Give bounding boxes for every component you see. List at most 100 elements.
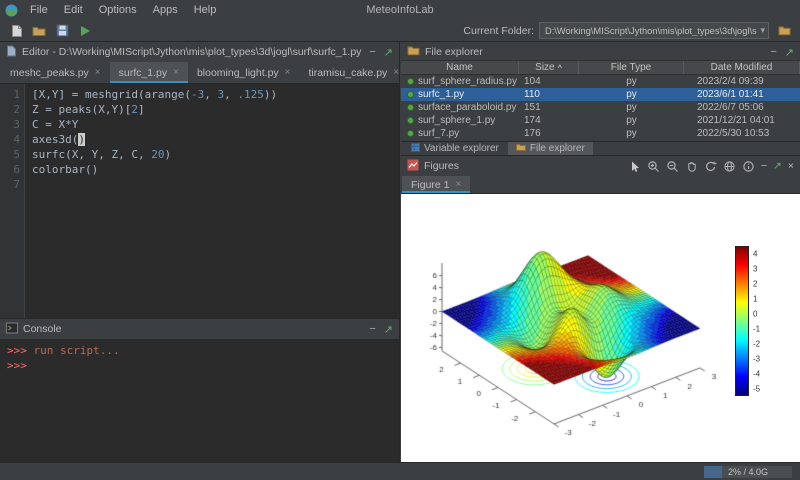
minimize-icon[interactable]: − [369,323,375,335]
browse-folder-button[interactable] [774,22,794,40]
file-row-surf_7.py[interactable]: surf_7.py176py2022/5/30 10:53 [401,127,800,140]
tab-label: Variable explorer [424,143,499,154]
menu-bar: MeteoInfoLab File Edit Options Apps Help [0,0,800,20]
column-header-Date Modified[interactable]: Date Modified [684,61,800,74]
colorbar-tick-label: 2 [753,279,757,288]
tab-close-icon[interactable]: × [173,67,179,78]
file-name-cell: surface_paraboloid.py [401,102,519,113]
figure-3d-surface-plot[interactable] [403,194,735,462]
close-icon[interactable]: × [788,160,794,172]
file-name: surfc_1.py [418,89,464,100]
colorbar [735,246,749,396]
file-row-surface_paraboloid.py[interactable]: surface_paraboloid.py151py2022/6/7 05:06 [401,101,800,114]
file-row-surf_sphere_radius.py[interactable]: surf_sphere_radius.py104py2023/2/4 09:39 [401,75,800,88]
column-header-File Type[interactable]: File Type [579,61,684,74]
tab-close-icon[interactable]: × [285,67,291,78]
memory-usage-fill [704,466,722,478]
code-line: axes3d() [32,132,399,147]
file-size-cell: 176 [519,128,579,139]
tab-close-icon[interactable]: × [456,179,462,190]
file-modified-cell: 2021/12/21 04:01 [684,115,800,126]
float-icon[interactable]: ↗ [785,46,794,59]
colorbar-tick-label: -1 [753,324,760,333]
column-header-Size[interactable]: Size^ [519,61,579,74]
python-file-icon [407,91,414,98]
console-icon [6,322,18,337]
console-panel-header: Console − ↗ [0,319,399,339]
explorer-bottom-tabs: Variable explorer File explorer [401,141,800,155]
file-name: surface_paraboloid.py [418,102,516,113]
status-bar: 2% / 4.0G [0,462,800,480]
code-token: , [204,88,217,101]
colorbar-tick-label: -4 [753,369,760,378]
tab-close-icon[interactable]: × [95,67,101,78]
menu-edit[interactable]: Edit [56,2,91,18]
minimize-icon[interactable]: − [369,46,375,58]
select-arrow-icon[interactable] [628,160,641,173]
memory-text: 2% / 4.0G [728,467,768,477]
zoom-out-icon[interactable] [666,160,679,173]
code-token: 2 [131,103,138,116]
figure-area: 43210-1-2-3-4-5 [401,194,800,462]
python-file-icon [407,78,414,85]
globe-icon[interactable] [723,160,736,173]
line-number: 5 [0,147,20,162]
file-explorer-header: File explorer − ↗ [401,42,800,62]
tab-label: tiramisu_cake.py [309,67,388,79]
code-line: C = X*Y [32,117,399,132]
python-file-icon [407,104,414,111]
info-icon[interactable] [742,160,755,173]
file-table: surf_sphere_radius.py104py2023/2/4 09:39… [401,75,800,141]
colorbar-tick-label: 3 [753,264,757,273]
memory-indicator[interactable]: 2% / 4.0G [704,466,792,478]
tab-label: surfc_1.py [119,67,167,79]
new-script-button[interactable] [6,22,26,40]
float-icon[interactable]: ↗ [384,323,393,336]
minimize-icon[interactable]: − [761,160,767,172]
colorbar-tick-label: -5 [753,384,760,393]
colorbar-tick-label: 1 [753,294,757,303]
column-header-Name[interactable]: Name [401,61,519,74]
open-file-button[interactable] [29,22,49,40]
minimize-icon[interactable]: − [770,46,776,58]
editor-tab-tiramisu_cake.py[interactable]: tiramisu_cake.py × [300,62,409,83]
file-name-cell: surf_sphere_radius.py [401,76,519,87]
code-token: ] [138,103,145,116]
dropdown-caret-icon[interactable]: ▾ [760,25,765,36]
current-folder-combobox[interactable]: D:\Working\MIScript\Jython\mis\plot_type… [539,22,769,39]
run-script-button[interactable] [75,22,95,40]
menu-help[interactable]: Help [186,2,225,18]
code-lines: [X,Y] = meshgrid(arange(-3, 3, .125))Z =… [25,84,399,318]
code-line: Z = peaks(X,Y)[2] [32,102,399,117]
file-type-cell: py [579,76,684,87]
file-row-surfc_1.py[interactable]: surfc_1.py110py2023/6/1 01:41 [401,88,800,101]
file-size-cell: 104 [519,76,579,87]
editor-tab-meshc_peaks.py[interactable]: meshc_peaks.py× [1,62,110,83]
tab-variable-explorer[interactable]: Variable explorer [403,142,507,155]
menu-options[interactable]: Options [91,2,145,18]
tab-label: File explorer [530,143,585,154]
save-button[interactable] [52,22,72,40]
editor-tab-blooming_light.py[interactable]: blooming_light.py× [188,62,300,83]
file-row-surf_sphere_1.py[interactable]: surf_sphere_1.py174py2021/12/21 04:01 [401,114,800,127]
float-icon[interactable]: ↗ [384,46,393,59]
menu-file[interactable]: File [22,2,56,18]
file-size-cell: 110 [519,89,579,100]
console-output[interactable]: >>> run script...>>> [0,339,399,462]
tab-close-icon[interactable]: × [393,67,399,78]
zoom-in-icon[interactable] [647,160,660,173]
menu-apps[interactable]: Apps [145,2,186,18]
rotate-icon[interactable] [704,160,717,173]
float-icon[interactable]: ↗ [773,160,782,172]
current-folder-label: Current Folder: [463,25,534,37]
file-size-cell: 174 [519,115,579,126]
pan-hand-icon[interactable] [685,160,698,173]
code-editor[interactable]: 1234567 [X,Y] = meshgrid(arange(-3, 3, .… [0,84,399,318]
colorbar-tick-label: 4 [753,249,757,258]
console-prompt: >>> [7,344,34,357]
figures-title: Figures [424,160,459,172]
editor-tab-surfc_1.py[interactable]: surfc_1.py × [110,62,188,83]
tab-file-explorer[interactable]: File explorer [508,142,593,155]
current-folder-path: D:\Working\MIScript\Jython\mis\plot_type… [545,26,757,36]
tab-figure-1[interactable]: Figure 1 × [402,176,470,193]
